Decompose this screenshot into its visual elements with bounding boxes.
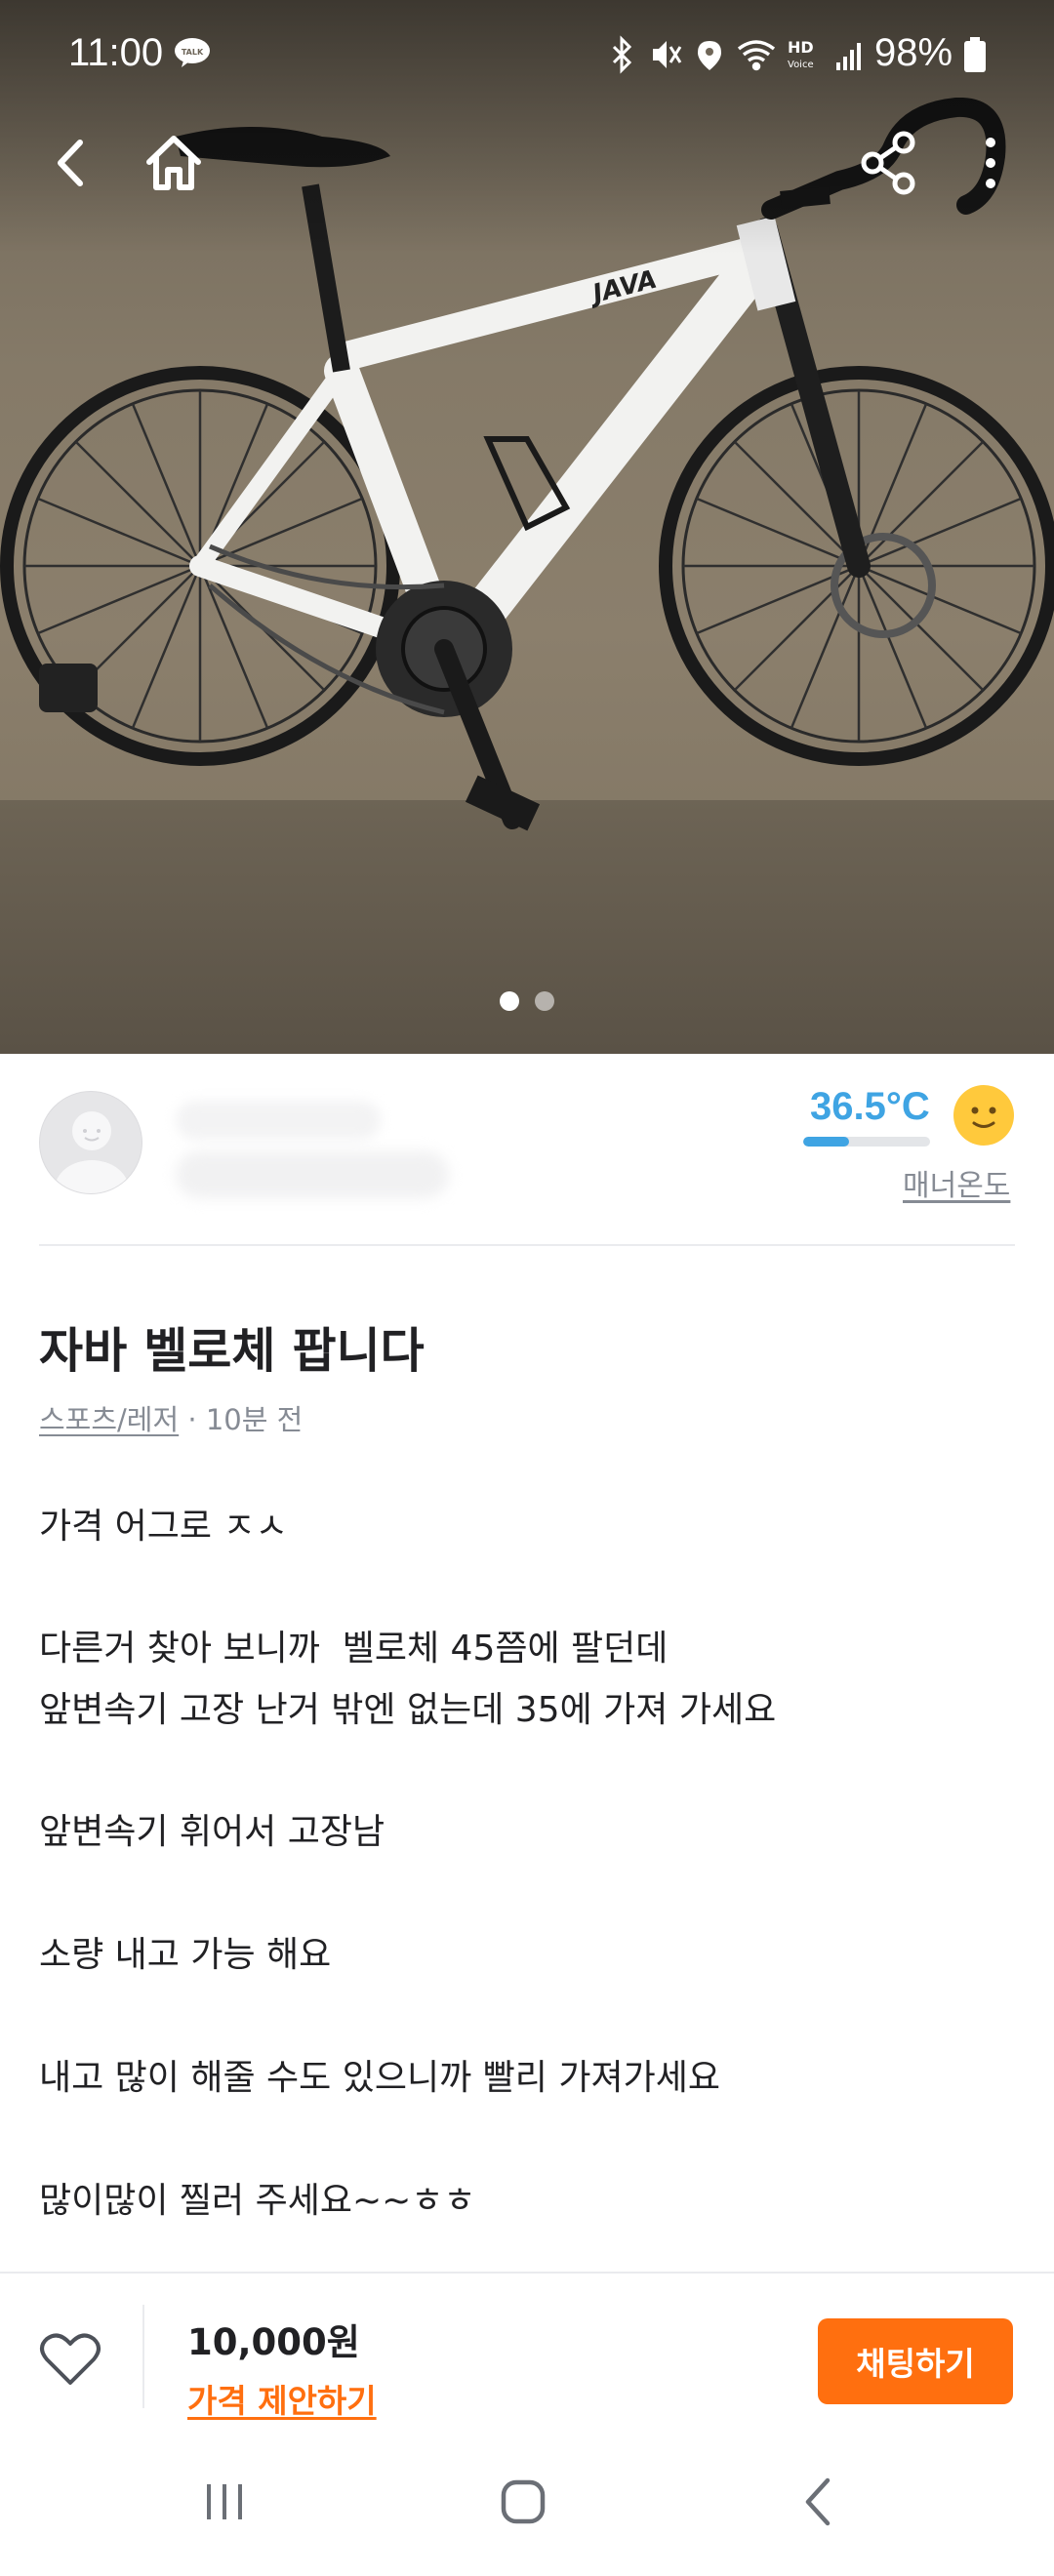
post-title: 자바 벨로체 팝니다 [39,1323,425,1379]
svg-text:TALK: TALK [182,48,204,57]
battery-percent: 98% [874,31,953,74]
post-body-line: 내고 많이 해줄 수도 있으니까 빨리 가져가세요 [39,2058,720,2098]
location-icon [698,41,721,70]
status-time: 11:00 [68,31,164,74]
smile-face-icon [953,1085,1014,1146]
svg-text:Voice: Voice [788,60,814,70]
bike-brand-logo: JAVA [586,265,661,310]
divider [39,1244,1015,1246]
home-icon[interactable] [140,129,208,197]
price-offer-link[interactable]: 가격 제안하기 [187,2375,377,2422]
post-body-line: 소량 내고 가능 해요 [39,1935,332,1975]
divider [142,2305,144,2408]
manner-temperature-link[interactable]: 매너온도 [903,1161,1010,1204]
home-button-icon[interactable] [484,2463,562,2541]
post-body-line: 가격 어그로 ㅈㅅ [39,1507,288,1547]
recent-apps-icon[interactable] [185,2463,264,2541]
seller-location-redacted [176,1151,449,1198]
pagination-dot[interactable] [500,991,519,1011]
more-options-icon[interactable] [961,129,1020,197]
system-navigation-bar [0,2434,1054,2576]
battery-icon [964,37,986,72]
seller-profile[interactable]: 36.5°C 매너온도 [0,1054,1054,1249]
back-button-icon[interactable] [781,2463,859,2541]
post-body-line: 다른거 찾아 보니까 벨로체 45쯤에 팔던데 [39,1629,669,1669]
manner-temperature-fill [803,1137,849,1147]
chat-button[interactable]: 채팅하기 [818,2318,1013,2404]
avatar[interactable] [39,1091,142,1194]
purchase-bar: 10,000원 가격 제안하기 채팅하기 [0,2272,1054,2434]
seller-name-redacted [176,1101,381,1140]
manner-temperature-bar [803,1137,930,1147]
post-body-line: 많이많이 찔러 주세요~~ㅎㅎ [39,2181,476,2221]
price: 10,000원 [187,2321,360,2363]
post-body-line: 앞변속기 휘어서 고장남 [39,1812,385,1852]
hd-voice-icon: HD Voice [788,38,814,70]
svg-text:HD: HD [788,38,814,57]
product-photo[interactable]: JAVA 11:00 TALK HD Voice 98% [0,0,1054,1054]
bluetooth-icon [612,35,632,74]
post-time: · 10분 전 [179,1403,304,1436]
heart-icon[interactable] [39,2332,101,2387]
manner-temperature: 36.5°C [810,1085,930,1128]
post-body-line: 앞변속기 고장 난거 밖엔 없는데 35에 가져 가세요 [39,1690,777,1730]
post-meta: 스포츠/레저 · 10분 전 [39,1397,303,1438]
back-icon[interactable] [37,129,105,197]
wifi-icon [737,40,776,71]
default-avatar-icon [55,1111,129,1193]
pagination-dot[interactable] [535,991,554,1011]
share-icon[interactable] [855,129,923,197]
signal-icon [836,43,861,70]
mute-icon [653,41,682,68]
talk-icon: TALK [175,38,210,67]
status-bar: 11:00 TALK HD Voice 98% [0,0,1054,107]
photo-pagination [0,991,1054,1015]
category-link[interactable]: 스포츠/레저 [39,1403,179,1436]
